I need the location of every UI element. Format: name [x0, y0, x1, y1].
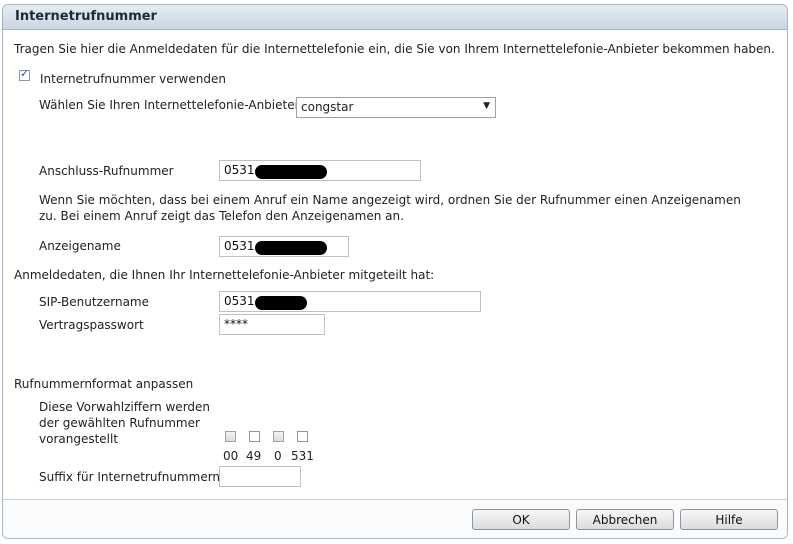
- intro-text: Tragen Sie hier die Anmeldedaten für die…: [14, 42, 775, 56]
- password-value: ****: [224, 317, 248, 331]
- sip-user-value: 0531: [224, 294, 255, 308]
- prefix-digit-label: 00: [223, 449, 239, 463]
- chevron-down-icon: ▼: [483, 101, 490, 111]
- prefix-checkbox-0[interactable]: [273, 431, 284, 442]
- use-number-label: Internetrufnummer verwenden: [40, 72, 226, 86]
- display-name-hint: Wenn Sie möchten, dass bei einem Anruf e…: [39, 193, 741, 223]
- anzeigename-label: Anzeigename: [39, 239, 121, 253]
- provider-selected-value: congstar: [301, 100, 354, 114]
- redaction-mark: [255, 296, 307, 310]
- prefix-digit-label: 49: [246, 449, 262, 463]
- dialog-window: Internetrufnummer Tragen Sie hier die An…: [2, 4, 788, 539]
- help-button[interactable]: Hilfe: [680, 509, 778, 530]
- suffix-label: Suffix für Internetrufnummern: [39, 470, 221, 484]
- format-heading: Rufnummernformat anpassen: [14, 377, 194, 391]
- button-bar: OK Abbrechen Hilfe: [3, 499, 787, 538]
- password-input[interactable]: ****: [219, 314, 325, 335]
- sip-user-label: SIP-Benutzername: [39, 295, 149, 309]
- prefix-checkbox-49[interactable]: [249, 431, 260, 442]
- prefix-checkbox-531[interactable]: [297, 431, 308, 442]
- use-number-checkbox[interactable]: [19, 67, 30, 81]
- dialog-title: Internetrufnummer: [15, 9, 157, 24]
- prefix-digit-label: 531: [291, 449, 314, 463]
- redaction-mark: [255, 241, 327, 255]
- ok-button[interactable]: OK: [472, 509, 570, 530]
- anzeigename-value: 0531: [224, 239, 255, 253]
- provider-label: Wählen Sie Ihren Internettelefonie-Anbie…: [39, 98, 300, 112]
- prefix-label: Diese Vorwahlziffern werden der gewählte…: [39, 400, 211, 446]
- provider-select[interactable]: congstar ▼: [296, 97, 496, 118]
- redaction-mark: [255, 165, 327, 179]
- credentials-heading: Anmeldedaten, die Ihnen Ihr Internettele…: [14, 268, 435, 282]
- prefix-digit-label: 0: [274, 449, 282, 463]
- anschluss-label: Anschluss-Rufnummer: [39, 164, 174, 178]
- cancel-button[interactable]: Abbrechen: [576, 509, 674, 530]
- password-label: Vertragspasswort: [39, 318, 144, 332]
- prefix-checkbox-00[interactable]: [225, 431, 236, 442]
- anschluss-value: 0531: [224, 163, 255, 177]
- title-bar: Internetrufnummer: [3, 5, 787, 30]
- suffix-input[interactable]: [219, 466, 301, 487]
